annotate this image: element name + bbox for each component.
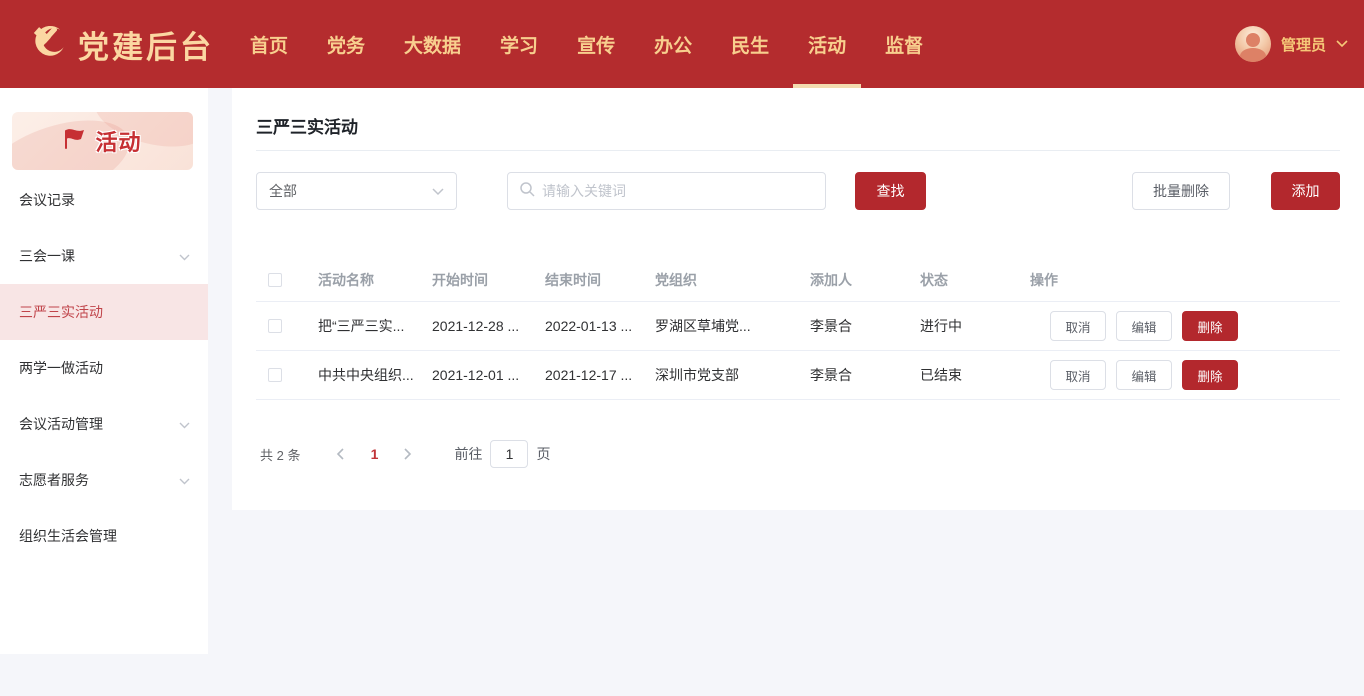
nav-item-study[interactable]: 学习 — [500, 0, 538, 88]
cancel-button[interactable]: 取消 — [1050, 311, 1106, 341]
column-header-start: 开始时间 — [432, 270, 545, 290]
sidebar-banner-label: 活动 — [95, 125, 141, 157]
column-header-actions: 操作 — [1030, 270, 1340, 290]
sidebar-item-org-life-meeting-mgmt[interactable]: 组织生活会管理 — [0, 508, 208, 564]
sidebar-banner: 活动 — [12, 112, 193, 170]
main-panel: 三严三实活动 全部 查找 批量删除 添加 活动名称 开始时间 结 — [232, 88, 1364, 510]
nav-item-livelihood[interactable]: 民生 — [731, 0, 769, 88]
chevron-down-icon — [1336, 35, 1348, 53]
pagination-page-1[interactable]: 1 — [356, 446, 392, 462]
page-title: 三严三实活动 — [256, 113, 358, 138]
sidebar-item-sanyan-sanshi[interactable]: 三严三实活动 — [0, 284, 208, 340]
sidebar: 活动 会议记录 三会一课 三严三实活动 两学一做活动 会议活动管理 志愿者服务 — [0, 88, 208, 654]
sidebar-item-volunteer-service[interactable]: 志愿者服务 — [0, 452, 208, 508]
user-avatar — [1235, 26, 1271, 62]
nav-item-activity[interactable]: 活动 — [808, 0, 846, 88]
nav-item-publicity[interactable]: 宣传 — [577, 0, 615, 88]
sidebar-item-label: 两学一做活动 — [19, 358, 103, 378]
sidebar-item-label: 组织生活会管理 — [19, 526, 117, 546]
sidebar-item-meeting-records[interactable]: 会议记录 — [0, 172, 208, 228]
user-name: 管理员 — [1281, 34, 1326, 55]
category-select-value: 全部 — [269, 181, 297, 201]
filter-row: 全部 查找 批量删除 添加 — [232, 172, 1364, 210]
nav-item-office[interactable]: 办公 — [654, 0, 692, 88]
chevron-down-icon — [179, 248, 190, 264]
column-header-end: 结束时间 — [545, 270, 655, 290]
search-box — [507, 172, 826, 210]
pagination-total: 共 2 条 — [260, 445, 300, 464]
cell-adder: 李景合 — [810, 316, 920, 336]
add-button[interactable]: 添加 — [1271, 172, 1340, 210]
title-divider — [256, 150, 1340, 151]
row-checkbox[interactable] — [268, 368, 282, 382]
party-emblem-icon — [26, 21, 68, 68]
activity-table: 活动名称 开始时间 结束时间 党组织 添加人 状态 操作 把“三严三实... 2… — [256, 258, 1340, 400]
cell-activity-name: 中共中央组织... — [318, 365, 432, 385]
chevron-right-icon[interactable] — [392, 440, 424, 468]
table-row: 把“三严三实... 2021-12-28 ... 2022-01-13 ... … — [256, 302, 1340, 351]
sidebar-item-label: 三会一课 — [19, 246, 75, 266]
chevron-down-icon — [179, 416, 190, 432]
table-row: 中共中央组织... 2021-12-01 ... 2021-12-17 ... … — [256, 351, 1340, 400]
user-menu[interactable]: 管理员 — [1235, 0, 1348, 88]
sidebar-menu: 会议记录 三会一课 三严三实活动 两学一做活动 会议活动管理 志愿者服务 — [0, 172, 208, 564]
pagination-goto-input[interactable] — [490, 440, 528, 468]
sidebar-item-meeting-activity-mgmt[interactable]: 会议活动管理 — [0, 396, 208, 452]
nav-item-home[interactable]: 首页 — [250, 0, 288, 88]
sidebar-item-liangxue-yizuo[interactable]: 两学一做活动 — [0, 340, 208, 396]
column-header-name: 活动名称 — [318, 270, 432, 290]
cell-party-org: 深圳市党支部 — [655, 365, 810, 385]
sidebar-item-label: 志愿者服务 — [19, 470, 89, 490]
cell-activity-name: 把“三严三实... — [318, 316, 432, 336]
chevron-down-icon — [179, 472, 190, 488]
category-select[interactable]: 全部 — [256, 172, 457, 210]
delete-button[interactable]: 删除 — [1182, 360, 1238, 390]
pagination: 共 2 条 1 前往 页 — [260, 440, 550, 468]
cell-end-time: 2022-01-13 ... — [545, 318, 655, 334]
nav-item-party-affairs[interactable]: 党务 — [327, 0, 365, 88]
row-checkbox[interactable] — [268, 319, 282, 333]
edit-button[interactable]: 编辑 — [1116, 311, 1172, 341]
app-logo: 党建后台 — [26, 0, 214, 88]
column-header-status: 状态 — [920, 270, 1030, 290]
cell-start-time: 2021-12-28 ... — [432, 318, 545, 334]
app-title: 党建后台 — [78, 22, 214, 67]
table-header-row: 活动名称 开始时间 结束时间 党组织 添加人 状态 操作 — [256, 258, 1340, 302]
edit-button[interactable]: 编辑 — [1116, 360, 1172, 390]
pagination-goto-label: 前往 — [454, 444, 482, 464]
search-input[interactable] — [542, 183, 814, 199]
cancel-button[interactable]: 取消 — [1050, 360, 1106, 390]
pagination-page-unit: 页 — [536, 444, 550, 464]
main-nav: 首页 党务 大数据 学习 宣传 办公 民生 活动 监督 — [250, 0, 923, 88]
chevron-down-icon — [432, 183, 444, 199]
row-actions: 取消 编辑 删除 — [1030, 311, 1340, 341]
column-header-adder: 添加人 — [810, 270, 920, 290]
search-icon — [519, 181, 535, 202]
cell-status: 已结束 — [920, 365, 1030, 385]
search-button[interactable]: 查找 — [855, 172, 926, 210]
nav-item-big-data[interactable]: 大数据 — [404, 0, 461, 88]
row-actions: 取消 编辑 删除 — [1030, 360, 1340, 390]
cell-end-time: 2021-12-17 ... — [545, 367, 655, 383]
cell-adder: 李景合 — [810, 365, 920, 385]
top-header: 党建后台 首页 党务 大数据 学习 宣传 办公 民生 活动 监督 管理员 — [0, 0, 1364, 88]
cell-party-org: 罗湖区草埔党... — [655, 316, 810, 336]
cell-status: 进行中 — [920, 316, 1030, 336]
chevron-left-icon[interactable] — [324, 440, 356, 468]
sidebar-item-label: 会议记录 — [19, 190, 75, 210]
sidebar-item-label: 三严三实活动 — [19, 302, 103, 322]
sidebar-item-label: 会议活动管理 — [19, 414, 103, 434]
column-header-org: 党组织 — [655, 270, 810, 290]
sidebar-item-three-meetings[interactable]: 三会一课 — [0, 228, 208, 284]
select-all-checkbox[interactable] — [268, 273, 282, 287]
delete-button[interactable]: 删除 — [1182, 311, 1238, 341]
batch-delete-button[interactable]: 批量删除 — [1132, 172, 1230, 210]
nav-item-supervision[interactable]: 监督 — [885, 0, 923, 88]
cell-start-time: 2021-12-01 ... — [432, 367, 545, 383]
